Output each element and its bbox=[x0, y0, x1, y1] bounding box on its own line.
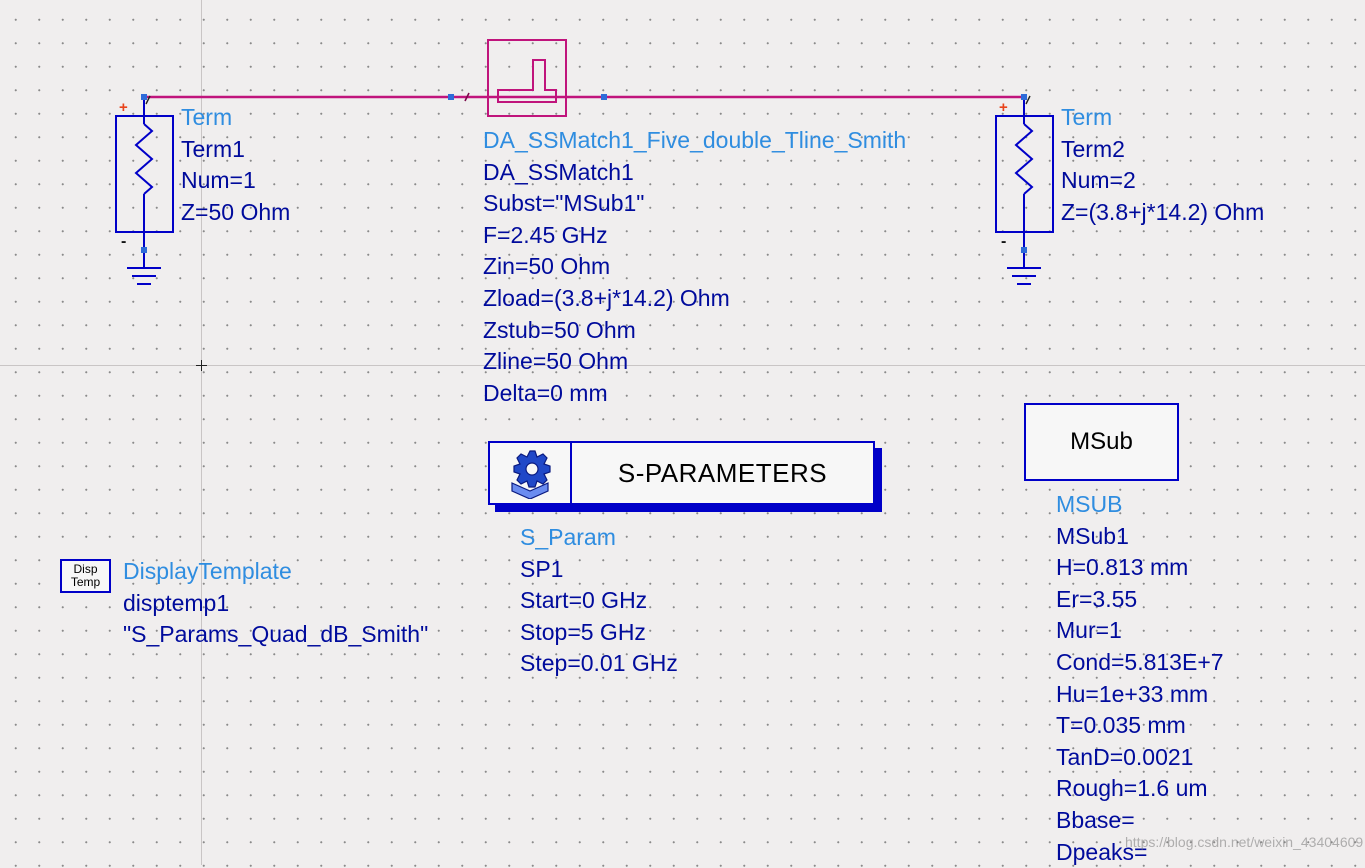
msub-component[interactable]: MSub bbox=[1024, 403, 1179, 481]
term1-header: Term bbox=[181, 104, 233, 130]
msub-param: Er=3.55 bbox=[1056, 585, 1138, 612]
smith-match-component bbox=[487, 39, 567, 117]
term2-impedance: Z=(3.8+j*14.2) Ohm bbox=[1061, 198, 1265, 225]
match-param: Zin=50 Ohm bbox=[483, 253, 611, 280]
msub-name: MSub1 bbox=[1056, 522, 1129, 549]
pin-term1-top bbox=[141, 94, 147, 100]
term1-resistor bbox=[115, 100, 174, 247]
term2-minus-sign: - bbox=[1001, 233, 1006, 250]
msub-param: Rough=1.6 um bbox=[1056, 775, 1208, 802]
match-param: Zline=50 Ohm bbox=[483, 348, 629, 375]
sparam-header: S_Param bbox=[520, 524, 616, 550]
term2-header: Term bbox=[1061, 104, 1113, 130]
match-param: Subst="MSub1" bbox=[483, 190, 645, 217]
term1-num: Num=1 bbox=[181, 167, 256, 194]
display-template-name: disptemp1 bbox=[123, 589, 230, 616]
term2-label: Term Term2 Num=2 Z=(3.8+j*14.2) Ohm bbox=[1061, 102, 1264, 228]
term1-label: Term Term1 Num=1 Z=50 Ohm bbox=[181, 102, 290, 228]
display-template-icon[interactable]: Disp Temp bbox=[60, 559, 111, 593]
display-template-icon-line2: Temp bbox=[70, 575, 101, 589]
sparam-title: S-PARAMETERS bbox=[617, 457, 828, 488]
msub-label: MSUB MSub1 H=0.813 mm Er=3.55 Mur=1 Cond… bbox=[1056, 489, 1224, 868]
sparam-controller[interactable]: S-PARAMETERS bbox=[488, 441, 875, 505]
gear-icon bbox=[490, 443, 572, 503]
schematic-canvas[interactable]: + - + - Term Term1 Num=1 Z=50 Ohm Term T… bbox=[0, 0, 1365, 865]
msub-header: MSUB bbox=[1056, 491, 1123, 517]
display-template-value: "S_Params_Quad_dB_Smith" bbox=[123, 621, 429, 648]
term2-num: Num=2 bbox=[1061, 167, 1136, 194]
term2-name: Term2 bbox=[1061, 135, 1125, 162]
match-param: F=2.45 GHz bbox=[483, 221, 608, 248]
sparam-param: Start=0 GHz bbox=[520, 587, 648, 614]
term1-ground-icon bbox=[127, 253, 161, 285]
match-header: DA_SSMatch1_Five_double_Tline_Smith bbox=[483, 127, 907, 153]
pin-term1-bottom bbox=[141, 247, 147, 253]
pin-match-left bbox=[448, 94, 454, 100]
term2-resistor bbox=[995, 100, 1054, 247]
msub-param: TanD=0.0021 bbox=[1056, 743, 1194, 770]
match-param: Delta=0 mm bbox=[483, 379, 608, 406]
sparam-label: S_Param SP1 Start=0 GHz Stop=5 GHz Step=… bbox=[520, 522, 678, 680]
pin-term2-bottom bbox=[1021, 247, 1027, 253]
display-template-header: DisplayTemplate bbox=[123, 558, 292, 584]
term1-minus-sign: - bbox=[121, 233, 126, 250]
sparam-name: SP1 bbox=[520, 555, 564, 582]
match-param: Zload=(3.8+j*14.2) Ohm bbox=[483, 284, 730, 311]
msub-param: Cond=5.813E+7 bbox=[1056, 648, 1224, 675]
term1-plus-sign: + bbox=[119, 99, 128, 116]
pin-match-right bbox=[601, 94, 607, 100]
watermark: https://blog.csdn.net/weixin_43404609 bbox=[1125, 834, 1364, 850]
msub-param: Mur=1 bbox=[1056, 617, 1122, 644]
display-template-label: DisplayTemplate disptemp1 "S_Params_Quad… bbox=[123, 556, 428, 651]
term1-impedance: Z=50 Ohm bbox=[181, 198, 291, 225]
sparam-param: Stop=5 GHz bbox=[520, 618, 646, 645]
match-label: DA_SSMatch1_Five_double_Tline_Smith DA_S… bbox=[483, 125, 906, 409]
pin-term2-top bbox=[1021, 94, 1027, 100]
sparam-param: Step=0.01 GHz bbox=[520, 650, 678, 677]
match-param: Zstub=50 Ohm bbox=[483, 316, 636, 343]
msub-param: H=0.813 mm bbox=[1056, 554, 1189, 581]
msub-param: Bbase= bbox=[1056, 806, 1135, 833]
match-name: DA_SSMatch1 bbox=[483, 158, 634, 185]
term2-ground-icon bbox=[1007, 253, 1041, 285]
msub-param: Hu=1e+33 mm bbox=[1056, 680, 1209, 707]
term1-name: Term1 bbox=[181, 135, 245, 162]
msub-param: T=0.035 mm bbox=[1056, 712, 1186, 739]
term2-plus-sign: + bbox=[999, 99, 1008, 116]
msub-title: MSub bbox=[1070, 428, 1133, 455]
